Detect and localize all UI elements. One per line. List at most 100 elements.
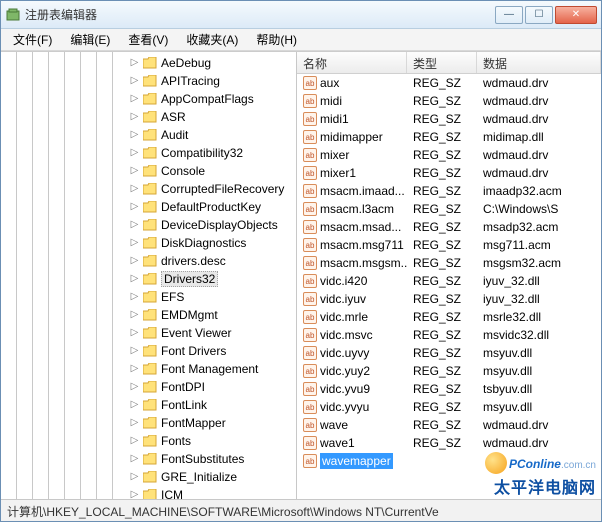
tree-node[interactable]: ▷Event Viewer bbox=[1, 324, 296, 342]
expand-icon[interactable]: ▷ bbox=[129, 130, 140, 141]
expand-icon[interactable]: ▷ bbox=[129, 292, 140, 303]
list-row[interactable]: abwavemapper bbox=[297, 452, 601, 470]
tree-node[interactable]: ▷Console bbox=[1, 162, 296, 180]
close-button[interactable]: ✕ bbox=[555, 6, 597, 24]
tree-node[interactable]: ▷ FontSubstitutes bbox=[1, 450, 296, 468]
col-header-type[interactable]: 类型 bbox=[407, 52, 477, 73]
minimize-button[interactable]: — bbox=[495, 6, 523, 24]
list-row[interactable]: abvidc.mrleREG_SZmsrle32.dll bbox=[297, 308, 601, 326]
tree-node[interactable]: ▷FontDPI bbox=[1, 378, 296, 396]
tree-node[interactable]: ▷DiskDiagnostics bbox=[1, 234, 296, 252]
tree-node[interactable]: ▷EMDMgmt bbox=[1, 306, 296, 324]
list-body[interactable]: abauxREG_SZwdmaud.drvabmidiREG_SZwdmaud.… bbox=[297, 74, 601, 499]
expand-icon[interactable]: ▷ bbox=[129, 220, 140, 231]
list-row[interactable]: abmixer1REG_SZwdmaud.drv bbox=[297, 164, 601, 182]
value-name: mixer1 bbox=[320, 166, 356, 180]
tree-node[interactable]: ▷AppCompatFlags bbox=[1, 90, 296, 108]
expand-icon[interactable]: ▷ bbox=[129, 166, 140, 177]
expand-icon[interactable]: ▷ bbox=[129, 364, 140, 375]
tree-node[interactable]: ▷ICM bbox=[1, 486, 296, 499]
menu-help[interactable]: 帮助(H) bbox=[248, 29, 305, 50]
expand-icon[interactable]: ▷ bbox=[129, 256, 140, 267]
tree-node[interactable]: ▷FontMapper bbox=[1, 414, 296, 432]
expand-icon[interactable]: ▷ bbox=[129, 310, 140, 321]
list-row[interactable]: abvidc.msvcREG_SZmsvidc32.dll bbox=[297, 326, 601, 344]
tree-node[interactable]: ▷Fonts bbox=[1, 432, 296, 450]
menu-edit[interactable]: 编辑(E) bbox=[62, 29, 118, 50]
list-row[interactable]: abwave1REG_SZwdmaud.drv bbox=[297, 434, 601, 452]
list-row[interactable]: abmidimapperREG_SZmidimap.dll bbox=[297, 128, 601, 146]
expand-icon[interactable]: ▷ bbox=[129, 418, 140, 429]
tree-node[interactable]: ▷ Drivers32 bbox=[1, 270, 296, 288]
col-header-data[interactable]: 数据 bbox=[477, 52, 601, 73]
tree-node[interactable]: ▷AeDebug bbox=[1, 54, 296, 72]
tree-node[interactable]: ▷APITracing bbox=[1, 72, 296, 90]
value-data: msadp32.acm bbox=[477, 220, 601, 234]
expand-icon[interactable]: ▷ bbox=[129, 490, 140, 500]
tree-node[interactable]: ▷CorruptedFileRecovery bbox=[1, 180, 296, 198]
expand-icon[interactable]: ▷ bbox=[129, 400, 140, 411]
value-data: wdmaud.drv bbox=[477, 76, 601, 90]
tree-label: GRE_Initialize bbox=[161, 470, 237, 484]
titlebar[interactable]: 注册表编辑器 — ☐ ✕ bbox=[1, 1, 601, 29]
tree-node[interactable]: ▷DefaultProductKey bbox=[1, 198, 296, 216]
value-name: vidc.iyuv bbox=[320, 292, 366, 306]
list-row[interactable]: abmidiREG_SZwdmaud.drv bbox=[297, 92, 601, 110]
tree-node[interactable]: ▷Font Drivers bbox=[1, 342, 296, 360]
list-row[interactable]: abmsacm.msgsm...REG_SZmsgsm32.acm bbox=[297, 254, 601, 272]
list-row[interactable]: abauxREG_SZwdmaud.drv bbox=[297, 74, 601, 92]
value-type: REG_SZ bbox=[407, 328, 477, 342]
list-row[interactable]: abmsacm.msg711REG_SZmsg711.acm bbox=[297, 236, 601, 254]
tree-node[interactable]: ▷EFS bbox=[1, 288, 296, 306]
list-row[interactable]: abvidc.i420REG_SZiyuv_32.dll bbox=[297, 272, 601, 290]
tree-node[interactable]: ▷drivers.desc bbox=[1, 252, 296, 270]
menu-favorites[interactable]: 收藏夹(A) bbox=[178, 29, 246, 50]
expand-icon[interactable]: ▷ bbox=[129, 382, 140, 393]
list-row[interactable]: abvidc.yuy2REG_SZmsyuv.dll bbox=[297, 362, 601, 380]
tree-label: Drivers32 bbox=[161, 271, 218, 287]
expand-icon[interactable]: ▷ bbox=[129, 58, 140, 69]
list-row[interactable]: abmidi1REG_SZwdmaud.drv bbox=[297, 110, 601, 128]
value-name: vidc.yvyu bbox=[320, 400, 369, 414]
expand-icon[interactable]: ▷ bbox=[129, 328, 140, 339]
col-header-name[interactable]: 名称 bbox=[297, 52, 407, 73]
tree-label: FontSubstitutes bbox=[161, 452, 244, 466]
string-value-icon: ab bbox=[303, 94, 317, 108]
tree-node[interactable]: ▷FontLink bbox=[1, 396, 296, 414]
expand-icon[interactable]: ▷ bbox=[129, 274, 140, 285]
maximize-button[interactable]: ☐ bbox=[525, 6, 553, 24]
list-row[interactable]: abmsacm.imaad...REG_SZimaadp32.acm bbox=[297, 182, 601, 200]
folder-icon bbox=[143, 381, 157, 393]
tree-node[interactable]: ▷ASR bbox=[1, 108, 296, 126]
list-row[interactable]: abvidc.iyuvREG_SZiyuv_32.dll bbox=[297, 290, 601, 308]
expand-icon[interactable]: ▷ bbox=[129, 454, 140, 465]
tree-node[interactable]: ▷ GRE_Initialize bbox=[1, 468, 296, 486]
list-row[interactable]: abmsacm.l3acmREG_SZC:\Windows\S bbox=[297, 200, 601, 218]
folder-icon bbox=[143, 399, 157, 411]
list-row[interactable]: abvidc.yvu9REG_SZtsbyuv.dll bbox=[297, 380, 601, 398]
expand-icon[interactable]: ▷ bbox=[129, 472, 140, 483]
list-row[interactable]: abwaveREG_SZwdmaud.drv bbox=[297, 416, 601, 434]
expand-icon[interactable]: ▷ bbox=[129, 238, 140, 249]
tree-node[interactable]: ▷Compatibility32 bbox=[1, 144, 296, 162]
menu-view[interactable]: 查看(V) bbox=[120, 29, 176, 50]
string-value-icon: ab bbox=[303, 274, 317, 288]
tree-node[interactable]: ▷Audit bbox=[1, 126, 296, 144]
expand-icon[interactable]: ▷ bbox=[129, 184, 140, 195]
expand-icon[interactable]: ▷ bbox=[129, 436, 140, 447]
list-row[interactable]: abmixerREG_SZwdmaud.drv bbox=[297, 146, 601, 164]
list-row[interactable]: abvidc.yvyuREG_SZmsyuv.dll bbox=[297, 398, 601, 416]
list-row[interactable]: abvidc.uyvyREG_SZmsyuv.dll bbox=[297, 344, 601, 362]
expand-icon[interactable]: ▷ bbox=[129, 76, 140, 87]
list-row[interactable]: abmsacm.msad...REG_SZmsadp32.acm bbox=[297, 218, 601, 236]
tree-node[interactable]: ▷Font Management bbox=[1, 360, 296, 378]
value-name: vidc.i420 bbox=[320, 274, 367, 288]
tree-pane[interactable]: ▷AeDebug▷APITracing▷AppCompatFlags▷ASR▷A… bbox=[1, 52, 297, 499]
tree-node[interactable]: ▷DeviceDisplayObjects bbox=[1, 216, 296, 234]
menu-file[interactable]: 文件(F) bbox=[5, 29, 60, 50]
expand-icon[interactable]: ▷ bbox=[129, 202, 140, 213]
expand-icon[interactable]: ▷ bbox=[129, 112, 140, 123]
expand-icon[interactable]: ▷ bbox=[129, 148, 140, 159]
expand-icon[interactable]: ▷ bbox=[129, 94, 140, 105]
expand-icon[interactable]: ▷ bbox=[129, 346, 140, 357]
